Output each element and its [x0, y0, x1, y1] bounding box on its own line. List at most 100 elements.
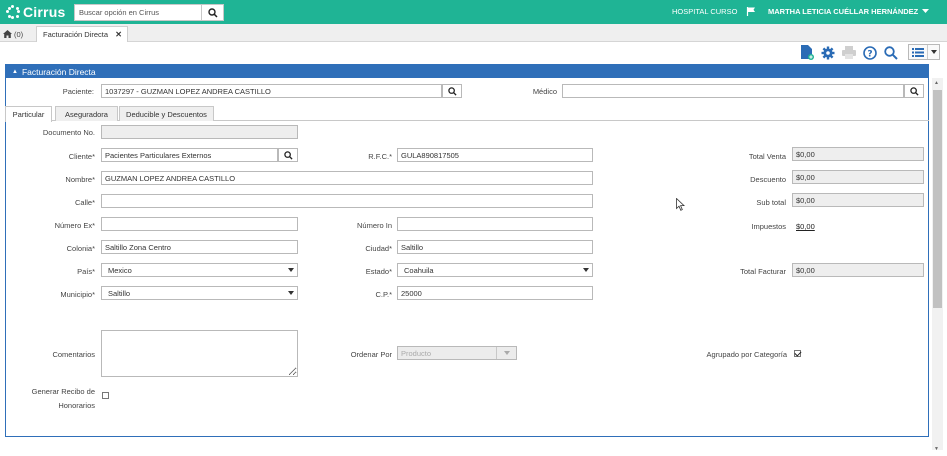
- hospital-name[interactable]: HOSPITAL CURSO: [672, 7, 737, 16]
- panel-title: Facturación Directa: [21, 66, 96, 77]
- municipio-label: Municipio*: [60, 290, 95, 299]
- colonia-label: Colonia*: [66, 244, 95, 253]
- comentarios-textarea[interactable]: [101, 330, 298, 377]
- descuento-label: Descuento: [750, 175, 786, 184]
- gear-icon[interactable]: [820, 45, 835, 60]
- recibo-label: Generar Recibo de Honorarios: [10, 385, 95, 413]
- user-menu[interactable]: MARTHA LETICIA CUÉLLAR HERNÁNDEZ: [768, 7, 930, 16]
- total-venta-label: Total Venta: [748, 152, 786, 161]
- descuento-field[interactable]: $0,00: [792, 170, 924, 184]
- rfc-label: R.F.C.*: [368, 152, 392, 161]
- top-header: Cirrus HOSPITAL CURSO MARTHA LETICIA CUÉ…: [0, 0, 947, 24]
- tab-bar: (0) Facturación Directa ✕: [0, 24, 947, 42]
- numero-in-label: Número In: [356, 221, 392, 230]
- subtab-aseguradora[interactable]: Aseguradora: [55, 106, 118, 121]
- cliente-search-button[interactable]: [278, 148, 298, 162]
- chevron-down-icon: [583, 268, 589, 272]
- numero-in-input[interactable]: [397, 217, 593, 231]
- medico-label: Médico: [532, 87, 557, 96]
- ordenar-label: Ordenar Por: [350, 350, 392, 359]
- home-icon: [3, 30, 12, 38]
- total-venta-field[interactable]: $0,00: [792, 147, 924, 161]
- agrupado-checkbox[interactable]: [794, 350, 801, 357]
- rfc-input[interactable]: GULA890817505: [397, 148, 593, 162]
- medico-input[interactable]: [562, 84, 904, 98]
- pais-label: País*: [77, 267, 95, 276]
- subtotal-field[interactable]: $0,00: [792, 193, 924, 207]
- municipio-select[interactable]: Saltillo: [101, 286, 298, 300]
- print-icon[interactable]: [841, 45, 856, 60]
- search-icon[interactable]: [883, 45, 898, 60]
- close-icon[interactable]: ✕: [115, 30, 122, 39]
- estado-value: Coahuila: [404, 265, 434, 275]
- nombre-input[interactable]: GUZMAN LOPEZ ANDREA CASTILLO: [101, 171, 593, 185]
- paciente-label: Paciente:: [62, 87, 94, 96]
- ciudad-label: Ciudad*: [365, 244, 392, 253]
- cirrus-logo-icon: [6, 5, 20, 19]
- cp-label: C.P.*: [375, 290, 392, 299]
- paciente-input[interactable]: 1037297 - GUZMAN LOPEZ ANDREA CASTILLO: [101, 84, 442, 98]
- numero-ex-label: Número Ex*: [54, 221, 95, 230]
- search-icon: [909, 86, 919, 96]
- pais-select[interactable]: Mexico: [101, 263, 298, 277]
- search-icon: [207, 7, 218, 18]
- panel-header[interactable]: ▲ Facturación Directa: [6, 65, 928, 78]
- calle-label: Calle*: [74, 198, 95, 207]
- paciente-search-button[interactable]: [442, 84, 462, 98]
- subtab-deducible[interactable]: Deducible y Descuentos: [119, 106, 214, 121]
- total-facturar-field[interactable]: $0,00: [792, 263, 924, 277]
- numero-ex-input[interactable]: [101, 217, 298, 231]
- global-search-button[interactable]: [202, 4, 224, 21]
- tab-facturacion-directa[interactable]: Facturación Directa ✕: [36, 26, 128, 42]
- cirrus-logo[interactable]: Cirrus: [6, 3, 65, 21]
- documento-input[interactable]: [101, 125, 298, 139]
- agrupado-label: Agrupado por Categoría: [706, 350, 787, 359]
- estado-select[interactable]: Coahuila: [397, 263, 593, 277]
- global-search-input[interactable]: [74, 4, 202, 21]
- estado-label: Estado*: [365, 267, 392, 276]
- ordenar-select[interactable]: Producto: [397, 346, 517, 360]
- recibo-checkbox[interactable]: [102, 392, 109, 399]
- scroll-down-arrow-icon[interactable]: ▼: [934, 446, 939, 452]
- colonia-input[interactable]: Saltillo Zona Centro: [101, 240, 298, 254]
- impuestos-label: Impuestos: [751, 222, 786, 231]
- mouse-pointer-icon: [676, 198, 685, 211]
- cliente-label: Cliente*: [68, 152, 95, 161]
- medico-search-button[interactable]: [904, 84, 924, 98]
- tab-label: Facturación Directa: [43, 30, 109, 39]
- global-search: [74, 4, 224, 21]
- subtotal-label: Sub total: [756, 198, 786, 207]
- chevron-down-icon: [922, 9, 930, 13]
- home-count: (0): [14, 29, 24, 39]
- home-tab[interactable]: (0): [3, 27, 23, 41]
- cp-input[interactable]: 25000: [397, 286, 593, 300]
- ciudad-input[interactable]: Saltillo: [397, 240, 593, 254]
- svg-text:?: ?: [867, 49, 872, 59]
- ordenar-value: Producto: [401, 348, 432, 358]
- view-toggle-button[interactable]: [908, 44, 940, 60]
- calle-input[interactable]: [101, 194, 593, 208]
- chevron-down-icon: [504, 351, 510, 355]
- cliente-input[interactable]: Pacientes Particulares Externos: [101, 148, 278, 162]
- user-name: MARTHA LETICIA CUÉLLAR HERNÁNDEZ: [768, 7, 919, 16]
- pais-value: Mexico: [108, 265, 132, 275]
- recibo-label-line2: Honorarios: [58, 401, 95, 410]
- chevron-down-icon: [288, 291, 294, 295]
- subtab-particular[interactable]: Particular: [5, 106, 52, 122]
- scrollbar-thumb[interactable]: [933, 90, 942, 308]
- impuestos-link[interactable]: $0,00: [796, 222, 815, 231]
- scroll-up-arrow-icon[interactable]: ▲: [934, 80, 939, 86]
- chevron-down-icon: [288, 268, 294, 272]
- help-icon[interactable]: ?: [862, 45, 877, 60]
- nombre-label: Nombre*: [65, 175, 95, 184]
- add-document-icon[interactable]: [799, 45, 814, 60]
- search-icon: [283, 150, 293, 160]
- collapse-icon[interactable]: ▲: [12, 69, 18, 75]
- chevron-down-icon[interactable]: [928, 45, 939, 59]
- list-view-icon[interactable]: [909, 45, 929, 59]
- search-icon: [447, 86, 457, 96]
- comentarios-label: Comentarios: [52, 350, 95, 359]
- recibo-label-line1: Generar Recibo de: [31, 387, 95, 396]
- total-facturar-label: Total Facturar: [740, 267, 786, 276]
- flag-icon[interactable]: [746, 6, 756, 18]
